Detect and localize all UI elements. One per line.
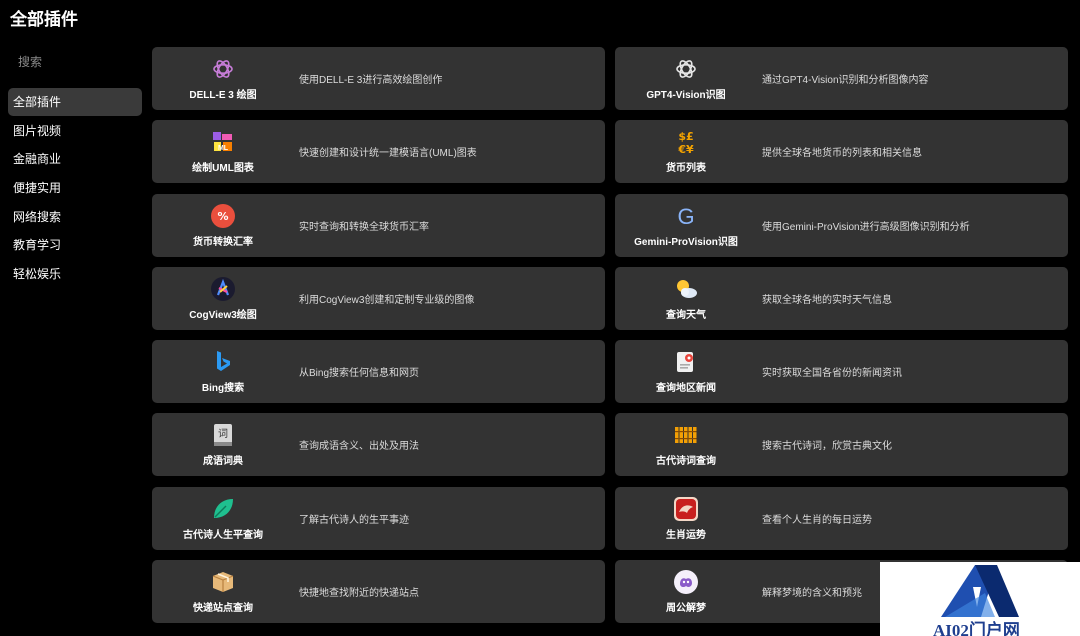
plugin-name: 古代诗词查询 xyxy=(656,456,716,468)
sidebar-item-utility[interactable]: 便捷实用 xyxy=(8,174,142,202)
plugin-name: 绘制UML图表 xyxy=(192,163,254,175)
plugin-card-news[interactable]: 查询地区新闻 实时获取全国各省份的新闻资讯 xyxy=(615,340,1068,404)
plugin-description: 提供全球各地货币的列表和相关信息 xyxy=(762,148,922,160)
exchange-rate-icon: % xyxy=(210,203,236,229)
watermark-logo xyxy=(941,565,1019,617)
dream-icon xyxy=(673,569,699,595)
plugin-card-exchange-rate[interactable]: % 货币转换汇率 实时查询和转换全球货币汇率 xyxy=(152,193,605,257)
openai-icon xyxy=(210,56,236,82)
plugin-card-gemini[interactable]: G Gemini-ProVision识图 使用Gemini-ProVision进… xyxy=(615,193,1068,257)
plugin-description: 查看个人生肖的每日运势 xyxy=(762,514,872,526)
plugin-name: 古代诗人生平查询 xyxy=(183,529,263,541)
svg-text:ML: ML xyxy=(218,145,229,152)
currency-symbols-icon: $£ €¥ xyxy=(673,129,699,155)
plugin-card-bing[interactable]: Bing搜索 从Bing搜索任何信息和网页 xyxy=(152,340,605,404)
plugin-name: 快递站点查询 xyxy=(193,603,253,615)
plugin-name: 周公解梦 xyxy=(666,603,706,615)
plugin-grid: DELL-E 3 绘图 使用DELL-E 3进行高效绘图创作 GPT4-Visi… xyxy=(152,47,1068,624)
watermark: AI02门户网 xyxy=(880,562,1080,636)
sidebar-item-web-search[interactable]: 网络搜索 xyxy=(8,203,142,231)
svg-text:词: 词 xyxy=(218,428,228,440)
plugin-name: GPT4-Vision识图 xyxy=(646,90,726,101)
search-input[interactable] xyxy=(8,48,142,76)
sidebar: 全部插件 图片视频 金融商业 便捷实用 网络搜索 教育学习 轻松娱乐 xyxy=(8,48,142,289)
bamboo-scroll-icon xyxy=(673,422,699,448)
plugin-name: Gemini-ProVision识图 xyxy=(634,236,738,248)
plugin-card-poet-biography[interactable]: 古代诗人生平查询 了解古代诗人的生平事迹 xyxy=(152,486,605,550)
cogview-icon xyxy=(210,276,236,302)
plugin-name: 生肖运势 xyxy=(666,529,706,541)
svg-text:€¥: €¥ xyxy=(677,143,694,155)
sidebar-item-image-video[interactable]: 图片视频 xyxy=(8,117,142,145)
plugin-description: 使用DELL-E 3进行高效绘图创作 xyxy=(299,75,443,86)
weather-icon xyxy=(673,276,699,302)
plugin-name: CogView3绘图 xyxy=(189,309,257,321)
plugin-card-dalle[interactable]: DELL-E 3 绘图 使用DELL-E 3进行高效绘图创作 xyxy=(152,47,605,110)
plugin-description: 利用CogView3创建和定制专业级的图像 xyxy=(299,294,475,306)
plugin-name: Bing搜索 xyxy=(201,383,245,395)
plugin-description: 了解古代诗人的生平事迹 xyxy=(299,514,409,526)
plugin-card-weather[interactable]: 查询天气 获取全球各地的实时天气信息 xyxy=(615,266,1068,330)
news-location-icon xyxy=(673,349,699,375)
dictionary-icon: 词 xyxy=(210,422,236,448)
plugin-name: 货币列表 xyxy=(666,163,706,175)
sidebar-item-education[interactable]: 教育学习 xyxy=(8,231,142,259)
plugin-card-express[interactable]: 快递站点查询 快捷地查找附近的快递站点 xyxy=(152,560,605,624)
bing-icon xyxy=(210,349,236,375)
plugin-description: 快速创建和设计统一建模语言(UML)图表 xyxy=(299,148,477,160)
plugin-description: 实时获取全国各省份的新闻资讯 xyxy=(762,368,902,380)
plugin-card-uml[interactable]: ML 绘制UML图表 快速创建和设计统一建模语言(UML)图表 xyxy=(152,120,605,184)
svg-text:%: % xyxy=(217,210,228,223)
plugin-description: 查询成语含义、出处及用法 xyxy=(299,441,419,453)
plugin-card-ancient-poems[interactable]: 古代诗词查询 搜索古代诗词，欣赏古典文化 xyxy=(615,413,1068,477)
plugin-card-gpt4-vision[interactable]: GPT4-Vision识图 通过GPT4-Vision识别和分析图像内容 xyxy=(615,47,1068,110)
sidebar-item-entertainment[interactable]: 轻松娱乐 xyxy=(8,260,142,288)
plugin-description: 使用Gemini-ProVision进行高级图像识别和分析 xyxy=(762,221,970,233)
sidebar-item-finance[interactable]: 金融商业 xyxy=(8,145,142,173)
plugin-name: DELL-E 3 绘图 xyxy=(189,90,257,101)
package-icon xyxy=(210,569,236,595)
plugin-description: 通过GPT4-Vision识别和分析图像内容 xyxy=(762,75,929,86)
plugin-card-currency-list[interactable]: $£ €¥ 货币列表 提供全球各地货币的列表和相关信息 xyxy=(615,120,1068,184)
plugin-name: 成语词典 xyxy=(203,456,243,468)
plugin-description: 搜索古代诗词，欣赏古典文化 xyxy=(762,441,892,453)
plugin-name: 查询地区新闻 xyxy=(656,383,716,395)
page-title: 全部插件 xyxy=(10,10,78,29)
plugin-description: 从Bing搜索任何信息和网页 xyxy=(299,368,420,380)
google-g-icon: G xyxy=(673,203,699,229)
uml-icon: ML xyxy=(210,129,236,155)
plugin-name: 查询天气 xyxy=(666,309,706,321)
zodiac-icon xyxy=(673,496,699,522)
openai-icon xyxy=(673,56,699,82)
sidebar-item-all[interactable]: 全部插件 xyxy=(8,88,142,116)
plugin-description: 实时查询和转换全球货币汇率 xyxy=(299,221,429,233)
watermark-text: AI02门户网 xyxy=(933,621,1020,636)
plugin-card-cogview[interactable]: CogView3绘图 利用CogView3创建和定制专业级的图像 xyxy=(152,266,605,330)
svg-text:$£: $£ xyxy=(678,130,693,143)
svg-text:G: G xyxy=(677,204,694,229)
plugin-card-idiom-dictionary[interactable]: 词 成语词典 查询成语含义、出处及用法 xyxy=(152,413,605,477)
plugin-card-zodiac[interactable]: 生肖运势 查看个人生肖的每日运势 xyxy=(615,486,1068,550)
plugin-description: 获取全球各地的实时天气信息 xyxy=(762,294,892,306)
leaf-icon xyxy=(210,496,236,522)
plugin-description: 快捷地查找附近的快递站点 xyxy=(299,588,419,600)
plugin-name: 货币转换汇率 xyxy=(193,236,253,248)
